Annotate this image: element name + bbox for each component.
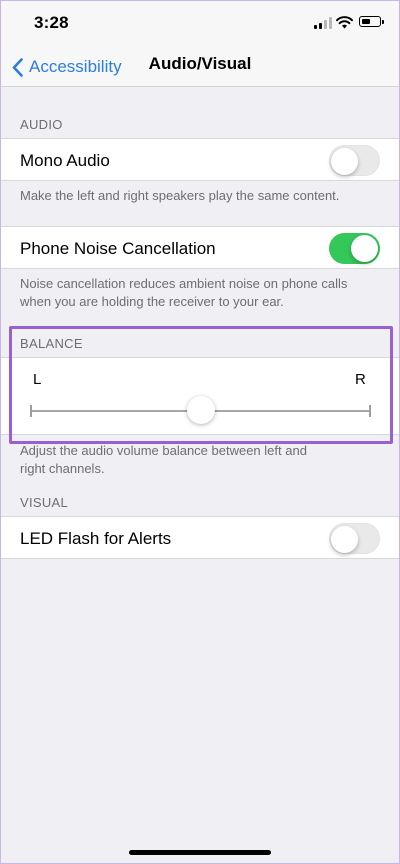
wifi-icon (336, 16, 353, 29)
home-indicator (129, 850, 271, 855)
led-flash-toggle[interactable] (329, 523, 380, 554)
noise-cancellation-label: Phone Noise Cancellation (20, 239, 216, 258)
status-bar: 3:28 (0, 0, 400, 48)
mono-audio-toggle[interactable] (329, 145, 380, 176)
balance-footer: Adjust the audio volume balance between … (20, 443, 307, 476)
mono-audio-footer: Make the left and right speakers play th… (20, 188, 340, 203)
battery-icon (359, 16, 384, 27)
navigation-bar: Accessibility Audio/Visual (0, 48, 400, 87)
section-header-visual: VISUAL (20, 495, 69, 510)
noise-cancellation-toggle[interactable] (329, 233, 380, 264)
led-flash-row: LED Flash for Alerts (0, 516, 400, 559)
mono-audio-label: Mono Audio (20, 151, 110, 170)
noise-cancellation-footer: Noise cancellation reduces ambient noise… (20, 276, 348, 309)
balance-highlight-box (9, 326, 393, 444)
status-time: 3:28 (34, 13, 69, 32)
noise-cancellation-row: Phone Noise Cancellation (0, 226, 400, 269)
cellular-signal-icon (314, 17, 332, 29)
led-flash-label: LED Flash for Alerts (20, 529, 172, 548)
mono-audio-row: Mono Audio (0, 138, 400, 181)
section-header-audio: AUDIO (20, 117, 63, 132)
page-title: Audio/Visual (148, 54, 252, 73)
